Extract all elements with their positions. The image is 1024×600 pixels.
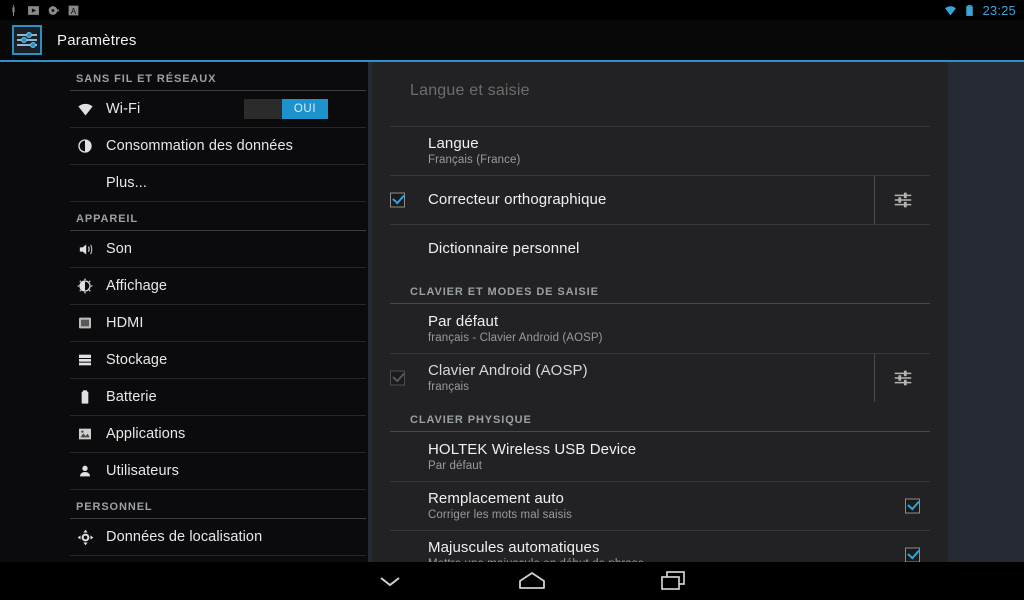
page-title: Paramètres <box>57 31 137 49</box>
spell-checker-checkbox[interactable] <box>390 192 405 208</box>
battery-icon <box>76 388 94 406</box>
setting-row-aosp-keyboard[interactable]: Clavier Android (AOSP) français <box>390 353 930 402</box>
setting-row-spell-checker[interactable]: Correcteur orthographique <box>390 175 930 224</box>
data-usage-icon <box>76 137 94 155</box>
action-bar: Paramètres <box>0 20 1024 60</box>
sidebar-item-label: Consommation des données <box>106 138 293 154</box>
status-clock: 23:25 <box>982 2 1016 18</box>
storage-icon <box>76 351 94 369</box>
svg-text:A: A <box>71 6 77 15</box>
spell-checker-settings-button[interactable] <box>874 176 930 224</box>
sidebar-item-more[interactable]: Plus... <box>70 165 366 202</box>
letter-a-icon: A <box>68 5 79 15</box>
wifi-icon <box>76 100 94 118</box>
sidebar-item-utilisateurs[interactable]: Utilisateurs <box>70 453 366 490</box>
home-button[interactable] <box>472 562 592 600</box>
wifi-icon <box>945 5 957 15</box>
sidebar-item-label: Affichage <box>106 278 168 294</box>
sidebar-item-label: Stockage <box>106 352 168 368</box>
battery-icon <box>966 4 974 16</box>
wifi-toggle[interactable]: OUI <box>244 99 328 119</box>
sidebar-item-batterie[interactable]: Batterie <box>70 379 366 416</box>
sidebar-item-applications[interactable]: Applications <box>70 416 366 453</box>
setting-title: HOLTEK Wireless USB Device <box>428 440 637 458</box>
applications-icon <box>76 425 94 443</box>
sidebar-item-label: Données de localisation <box>106 529 263 545</box>
aosp-keyboard-settings-button[interactable] <box>874 354 930 402</box>
status-bar: A 23:25 <box>0 0 1024 20</box>
hdmi-screen-icon <box>76 314 94 332</box>
recent-apps-button[interactable] <box>614 562 734 600</box>
setting-row-personal-dictionary[interactable]: Dictionnaire personnel <box>390 224 930 273</box>
recent-apps-icon <box>661 571 685 590</box>
setting-subtitle: Par défaut <box>428 459 483 472</box>
sidebar-item-data-usage[interactable]: Consommation des données <box>70 128 366 165</box>
tuner-sliders-icon <box>894 370 911 386</box>
setting-subtitle: Corriger les mots mal saisis <box>428 509 573 521</box>
setting-row-langue[interactable]: Langue Français (France) <box>390 126 930 175</box>
setting-title: Remplacement auto <box>428 490 564 507</box>
sidebar-section-header: PERSONNEL <box>70 490 366 519</box>
setting-subtitle: français - Clavier Android (AOSP) <box>428 331 603 344</box>
users-person-icon <box>76 462 94 480</box>
setting-title: Par défaut <box>428 312 499 330</box>
sidebar-item-hdmi[interactable]: HDMI <box>70 305 366 342</box>
wifi-toggle-label: OUI <box>282 99 328 119</box>
sidebar-item-wifi[interactable]: Wi-Fi OUI <box>70 91 366 128</box>
back-button[interactable] <box>330 562 450 600</box>
location-crosshair-icon <box>76 528 94 546</box>
panel-section-header-keyboard: CLAVIER ET MODES DE SAISIE <box>390 273 930 304</box>
settings-sliders-icon[interactable] <box>12 25 42 55</box>
disc-icon <box>48 5 59 15</box>
language-input-panel[interactable]: Langue et saisie Langue Français (France… <box>372 62 948 562</box>
setting-row-default-keyboard[interactable]: Par défaut français - Clavier Android (A… <box>390 304 930 353</box>
android-settings-screen: A 23:25 Paramètres SANS FIL ET RÉSEAUX W… <box>0 0 1024 600</box>
sidebar-section-header: APPAREIL <box>70 202 366 231</box>
main-content: SANS FIL ET RÉSEAUX Wi-Fi OUI Consommati… <box>0 62 1024 562</box>
panel-title: Langue et saisie <box>410 82 530 99</box>
sidebar-section-header: SANS FIL ET RÉSEAUX <box>70 62 366 91</box>
setting-title: Langue <box>428 135 479 152</box>
sidebar-item-label: Applications <box>106 426 186 442</box>
home-icon <box>519 572 545 589</box>
aosp-keyboard-checkbox[interactable] <box>390 370 405 386</box>
brightness-display-icon <box>76 277 94 295</box>
sidebar-item-son[interactable]: Son <box>70 231 366 268</box>
auto-caps-checkbox[interactable] <box>905 547 920 562</box>
setting-title: Dictionnaire personnel <box>428 240 580 257</box>
setting-title: Correcteur orthographique <box>428 191 607 208</box>
usb-icon <box>12 4 15 16</box>
setting-row-auto-caps[interactable]: Majuscules automatiques Mettre une majus… <box>390 530 930 562</box>
sidebar-item-affichage[interactable]: Affichage <box>70 268 366 305</box>
sidebar-item-label: Wi-Fi <box>106 101 141 117</box>
sound-speaker-icon <box>76 240 94 258</box>
status-system-icons[interactable]: 23:25 <box>944 3 1024 18</box>
settings-sidebar[interactable]: SANS FIL ET RÉSEAUX Wi-Fi OUI Consommati… <box>0 62 368 562</box>
setting-row-holtek-device[interactable]: HOLTEK Wireless USB Device Par défaut <box>390 432 930 481</box>
sidebar-item-location[interactable]: Données de localisation <box>70 519 366 556</box>
navigation-bar <box>0 562 1024 600</box>
sidebar-item-label: Plus... <box>106 175 147 191</box>
sidebar-item-label: HDMI <box>106 315 144 331</box>
panel-section-header-physical: CLAVIER PHYSIQUE <box>390 402 930 432</box>
setting-subtitle: français <box>428 381 470 393</box>
tuner-sliders-icon <box>894 192 911 208</box>
back-chevron-down-icon <box>380 577 400 587</box>
setting-title: Majuscules automatiques <box>428 539 600 556</box>
sidebar-item-stockage[interactable]: Stockage <box>70 342 366 379</box>
setting-subtitle: Français (France) <box>428 154 521 166</box>
setting-row-auto-replace[interactable]: Remplacement auto Corriger les mots mal … <box>390 481 930 530</box>
setting-title: Clavier Android (AOSP) <box>428 362 588 379</box>
sidebar-item-label: Utilisateurs <box>106 463 179 479</box>
status-notification-icons[interactable]: A <box>0 4 80 17</box>
sidebar-item-label: Batterie <box>106 389 157 405</box>
auto-replace-checkbox[interactable] <box>905 498 920 514</box>
media-play-icon <box>28 5 39 15</box>
sidebar-item-label: Son <box>106 241 133 257</box>
